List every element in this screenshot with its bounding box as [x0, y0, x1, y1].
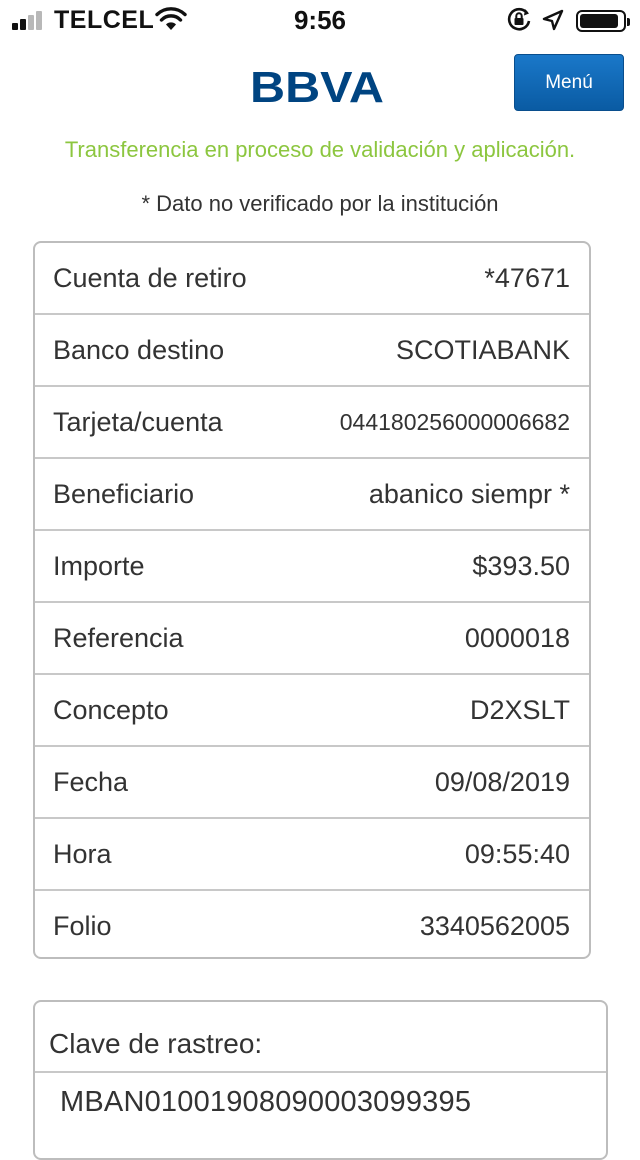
table-row: Hora 09:55:40 — [35, 819, 589, 891]
transfer-status-message: Transferencia en proceso de validación y… — [64, 137, 576, 162]
row-value: *47671 — [484, 263, 570, 293]
location-arrow-icon — [542, 9, 564, 31]
tracking-key-label: Clave de rastreo: — [49, 1028, 263, 1059]
transfer-details-table: Cuenta de retiro *47671 Banco destino SC… — [33, 241, 591, 959]
row-value: 044180256000006682 — [339, 409, 570, 435]
row-value: $393.50 — [472, 551, 570, 581]
row-value: 09:55:40 — [464, 839, 570, 869]
table-row: Beneficiario abanico siempr * — [35, 459, 589, 531]
logo-text: BBVA — [250, 63, 384, 106]
row-label: Hora — [53, 839, 112, 869]
menu-button[interactable]: Menú — [514, 54, 624, 111]
row-label: Banco destino — [53, 335, 225, 365]
row-value: SCOTIABANK — [395, 335, 570, 365]
table-row: Tarjeta/cuenta 044180256000006682 — [35, 387, 589, 459]
bbva-logo: BBVA — [250, 63, 384, 106]
row-label: Beneficiario — [53, 479, 195, 509]
row-label: Cuenta de retiro — [53, 263, 247, 293]
table-row: Concepto D2XSLT — [35, 675, 589, 747]
table-row: Referencia 0000018 — [35, 603, 589, 675]
row-value: 09/08/2019 — [434, 767, 570, 797]
battery-icon — [576, 10, 630, 32]
table-row: Banco destino SCOTIABANK — [35, 315, 589, 387]
row-label: Importe — [53, 551, 145, 581]
row-value: D2XSLT — [469, 695, 570, 725]
row-value: abanico siempr * — [368, 479, 570, 509]
row-label: Fecha — [53, 767, 129, 797]
row-label: Concepto — [53, 695, 169, 725]
table-row: Fecha 09/08/2019 — [35, 747, 589, 819]
divider — [35, 1071, 606, 1073]
row-value: 0000018 — [464, 623, 570, 653]
tracking-key-value: MBAN01001908090003099395 — [60, 1086, 472, 1118]
table-row: Cuenta de retiro *47671 — [35, 243, 589, 315]
orientation-lock-icon — [507, 7, 531, 31]
table-row: Folio 3340562005 — [35, 891, 589, 957]
table-row: Importe $393.50 — [35, 531, 589, 603]
unverified-note: * Dato no verificado por la institución — [141, 191, 499, 216]
status-bar: TELCEL 9:56 — [0, 0, 640, 40]
row-label: Folio — [53, 911, 112, 941]
tracking-key-box: Clave de rastreo: MBAN010019080900030993… — [33, 1000, 608, 1160]
row-label: Tarjeta/cuenta — [53, 407, 223, 437]
row-value: 3340562005 — [419, 911, 570, 941]
row-label: Referencia — [53, 623, 184, 653]
